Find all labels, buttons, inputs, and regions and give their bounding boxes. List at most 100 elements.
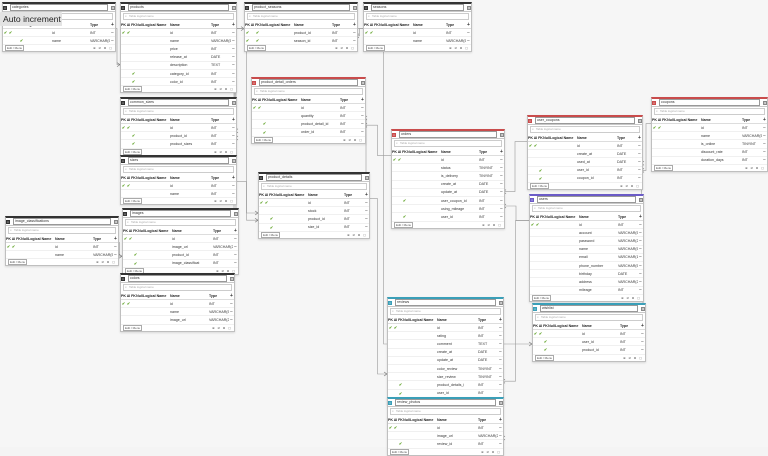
remove-column-icon[interactable]: − — [498, 433, 503, 439]
remove-column-icon[interactable]: − — [231, 46, 236, 52]
column-row[interactable]: image_urlVARCHAR(200)− — [121, 316, 234, 325]
column-type[interactable]: TEXT — [478, 342, 498, 346]
remove-column-icon[interactable]: − — [352, 30, 357, 36]
comment-icon[interactable]: ≡ — [638, 118, 642, 123]
add-column-icon[interactable]: + — [466, 22, 471, 28]
column-type[interactable]: VARCHAR(50) — [618, 264, 638, 268]
column-row[interactable]: ✔ user_id INT − — [533, 338, 645, 347]
table-tool-icons[interactable]: ⊕ ⊘ ⊗ ▢ — [343, 138, 363, 142]
edit-menu-button[interactable]: Edit / Menu — [394, 221, 414, 228]
column-row[interactable]: ✔ user_id INT − — [392, 213, 504, 222]
remove-column-icon[interactable]: − — [638, 271, 643, 277]
table-tool-icons[interactable]: ⊕ ⊘ ⊗ ▢ — [482, 223, 502, 227]
ai-checkbox[interactable]: ✔ — [126, 125, 131, 130]
remove-column-icon[interactable]: − — [762, 149, 767, 155]
fk-checkbox[interactable]: ✔ — [131, 71, 136, 76]
column-row[interactable]: comment TEXT − — [388, 340, 503, 349]
comment-icon[interactable]: ≡ — [114, 219, 118, 224]
table-tool-icons[interactable]: ⊕ ⊘ ⊗ ▢ — [96, 260, 116, 264]
column-type[interactable]: INT — [479, 199, 499, 203]
column-name[interactable]: image_url — [171, 245, 213, 249]
column-name[interactable]: release_at — [169, 55, 211, 59]
logical-name-input[interactable]: Table logical name — [390, 308, 501, 315]
ai-checkbox[interactable]: ✔ — [128, 236, 133, 241]
comment-icon[interactable]: ≡ — [500, 132, 504, 137]
remove-column-icon[interactable]: − — [498, 333, 503, 339]
column-type[interactable]: INT — [211, 47, 231, 51]
table-tool-icons[interactable]: ⊕ ⊘ ⊗ ▢ — [481, 450, 501, 454]
column-row[interactable]: addressVARCHAR(200)− — [530, 278, 643, 287]
relationship-line[interactable] — [503, 141, 527, 192]
table-reviews[interactable]: ×reviews≡Table logical namePKAIFKNullLog… — [387, 297, 504, 405]
add-column-icon[interactable]: + — [640, 323, 645, 329]
column-row[interactable]: image_urlVARCHAR(200)− — [388, 432, 503, 441]
column-name[interactable]: product_id — [169, 134, 211, 138]
edit-menu-button[interactable]: Edit / Menu — [247, 45, 267, 52]
fk-checkbox[interactable]: ✔ — [402, 198, 407, 203]
remove-column-icon[interactable]: − — [233, 252, 238, 258]
column-type[interactable]: INT — [213, 261, 233, 265]
ai-checkbox[interactable]: ✔ — [8, 30, 13, 35]
column-name[interactable]: product_id — [581, 348, 620, 352]
close-icon[interactable]: × — [364, 5, 368, 10]
column-name[interactable]: id — [171, 237, 213, 241]
add-column-icon[interactable]: + — [229, 293, 234, 299]
column-type[interactable]: DATE — [478, 350, 498, 354]
column-name[interactable]: color_review — [436, 367, 478, 371]
column-type[interactable]: VARCHAR(50) — [90, 39, 110, 43]
column-type[interactable]: INT — [446, 31, 466, 35]
table-name-input[interactable]: products — [128, 4, 229, 11]
column-row[interactable]: ✔ coupon_id INT − — [528, 175, 642, 183]
table-tool-icons[interactable]: ⊕ ⊘ ⊗ ▢ — [347, 233, 367, 237]
remove-column-icon[interactable]: − — [231, 71, 236, 77]
close-icon[interactable]: × — [245, 5, 249, 10]
column-row[interactable]: nameVARCHAR(50)− — [652, 132, 767, 141]
table-users[interactable]: ×users≡Table logical namePKAIFKNullLogic… — [529, 194, 644, 302]
column-name[interactable]: product_id — [307, 217, 344, 221]
remove-column-icon[interactable]: − — [231, 79, 236, 85]
remove-column-icon[interactable]: − — [499, 157, 504, 163]
table-name-input[interactable]: colors — [128, 275, 227, 282]
column-name[interactable]: user_id — [436, 391, 478, 395]
logical-name-input[interactable]: Table logical name — [123, 13, 234, 20]
remove-column-icon[interactable]: − — [498, 341, 503, 347]
remove-column-icon[interactable]: − — [231, 30, 236, 36]
column-name[interactable]: name — [54, 253, 93, 257]
table-name-input[interactable]: users — [537, 196, 636, 203]
remove-column-icon[interactable]: − — [637, 151, 642, 157]
column-name[interactable]: address — [578, 280, 618, 284]
table-name-input[interactable]: sizes — [128, 157, 229, 164]
column-row[interactable]: ✔ ✔ id INT − — [121, 29, 236, 38]
column-type[interactable]: TINYINT — [478, 367, 498, 371]
close-icon[interactable]: × — [6, 219, 10, 224]
fk-checkbox[interactable]: ✔ — [269, 225, 274, 230]
column-name[interactable]: mileage — [578, 288, 618, 292]
logical-name-input[interactable]: Table logical name — [123, 284, 232, 291]
column-name[interactable]: duration_days — [700, 158, 742, 162]
column-name[interactable]: id — [576, 144, 617, 148]
table-orders[interactable]: ×orders≡Table logical namePKAIFKNullLogi… — [391, 129, 505, 229]
column-type[interactable]: INT — [340, 122, 360, 126]
edit-menu-button[interactable]: Edit / Menu — [532, 294, 552, 301]
table-name-input[interactable]: coupons — [659, 99, 760, 106]
remove-column-icon[interactable]: − — [113, 252, 118, 258]
column-type[interactable]: INT — [620, 348, 640, 352]
column-type[interactable]: INT — [211, 31, 231, 35]
table-images[interactable]: ×images≡Table logical namePKAIFKNullLogi… — [122, 208, 239, 275]
column-type[interactable]: INT — [620, 340, 640, 344]
column-name[interactable]: id — [578, 223, 618, 227]
column-type[interactable]: INT — [340, 106, 360, 110]
column-name[interactable]: user_id — [576, 168, 617, 172]
comment-icon[interactable]: ≡ — [111, 5, 115, 10]
remove-column-icon[interactable]: − — [640, 347, 645, 353]
table-tool-icons[interactable]: ⊕ ⊘ ⊗ ▢ — [623, 356, 643, 360]
column-name[interactable]: password — [578, 239, 618, 243]
column-type[interactable]: INT — [742, 126, 762, 130]
column-name[interactable]: id — [300, 106, 340, 110]
column-row[interactable]: create_at DATE − — [388, 349, 503, 357]
add-column-icon[interactable]: + — [498, 417, 503, 423]
column-type[interactable]: DATE — [617, 152, 637, 156]
table-seasons[interactable]: ×seasons≡Table logical namePKAIFKNullLog… — [363, 2, 472, 53]
remove-column-icon[interactable]: − — [364, 208, 369, 214]
fk-checkbox[interactable]: ✔ — [402, 214, 407, 219]
